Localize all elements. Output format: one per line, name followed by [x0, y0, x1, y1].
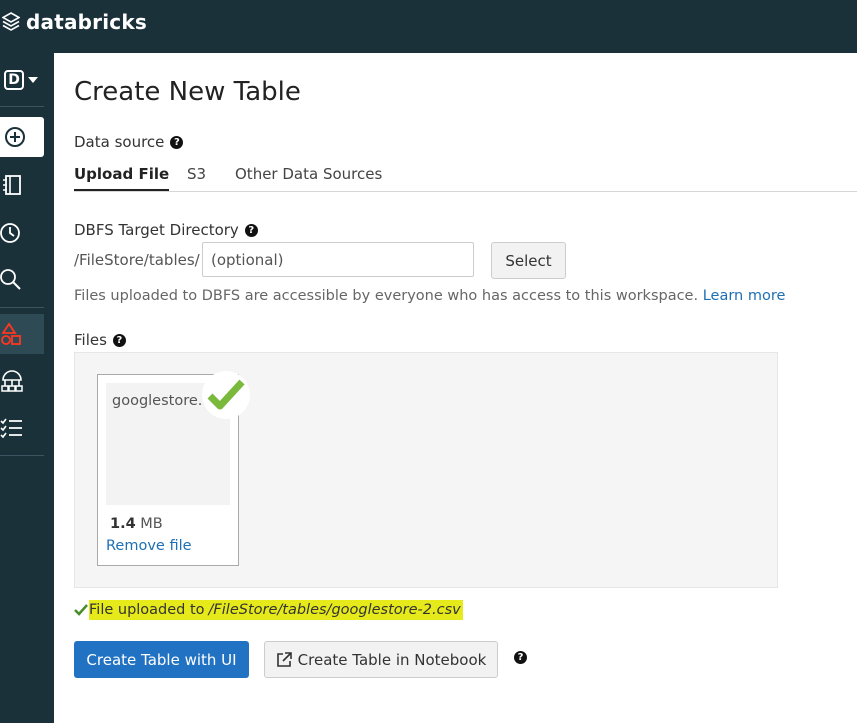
file-size-unit: MB — [140, 516, 163, 532]
checkmark-icon — [207, 379, 245, 410]
create-table-notebook-button[interactable]: Create Table in Notebook — [264, 641, 498, 678]
learn-more-link[interactable]: Learn more — [703, 288, 786, 304]
help-icon[interactable]: ? — [514, 651, 527, 664]
tab-upload-file[interactable]: Upload File — [74, 165, 170, 191]
sidebar-divider — [0, 106, 44, 107]
file-preview-card: googlestore.csv 1.4 MB Remove file — [97, 371, 250, 566]
dbfs-target-directory-label: DBFS Target Directory — [74, 221, 239, 239]
file-dropzone[interactable]: googlestore.csv 1.4 MB Remove file — [74, 352, 778, 588]
databricks-logo[interactable]: databricks — [2, 10, 147, 34]
search-icon — [0, 269, 21, 290]
data-source-label: Data source — [74, 133, 165, 151]
path-prefix: /FileStore/tables/ — [74, 251, 200, 269]
file-size: 1.4 MB — [110, 516, 163, 532]
plus-circle-icon — [5, 127, 25, 147]
status-path: /FileStore/tables/googlestore-2.csv — [208, 602, 461, 618]
sidebar-item-workspace[interactable] — [0, 165, 44, 205]
status-prefix: File uploaded to — [89, 602, 205, 618]
check-icon — [74, 604, 88, 616]
dbfs-label-row: DBFS Target Directory ? — [74, 221, 258, 239]
files-label: Files — [74, 331, 107, 349]
help-icon[interactable]: ? — [170, 135, 184, 149]
upload-status: File uploaded to /FileStore/tables/googl… — [74, 598, 463, 622]
workspace-switcher[interactable]: D — [0, 60, 44, 100]
remove-file-link[interactable]: Remove file — [106, 538, 192, 554]
sidebar-divider — [0, 307, 44, 308]
top-bar: databricks — [0, 0, 857, 53]
access-note: Files uploaded to DBFS are accessible by… — [74, 288, 785, 304]
select-button[interactable]: Select — [491, 242, 566, 279]
help-icon[interactable]: ? — [244, 223, 258, 237]
access-note-text: Files uploaded to DBFS are accessible by… — [74, 288, 699, 304]
sidebar-divider — [0, 455, 44, 456]
sidebar-item-search[interactable] — [0, 260, 44, 300]
sidebar-item-recents[interactable] — [0, 213, 44, 253]
sidebar-item-data[interactable] — [0, 314, 44, 354]
data-shapes-icon — [1, 322, 21, 345]
clock-icon — [0, 223, 20, 243]
help-icon[interactable]: ? — [112, 333, 126, 347]
tab-other-data-sources[interactable]: Other Data Sources — [235, 165, 382, 189]
files-label-row: Files ? — [74, 331, 126, 349]
tab-s3[interactable]: S3 — [187, 165, 206, 189]
create-table-ui-button[interactable]: Create Table with UI — [74, 641, 249, 678]
sidebar-item-clusters[interactable] — [0, 362, 44, 402]
caret-down-icon — [28, 77, 38, 83]
sidebar-item-create[interactable] — [0, 117, 44, 157]
create-table-notebook-label: Create Table in Notebook — [297, 650, 487, 669]
databricks-logo-icon — [2, 12, 20, 31]
sidebar: D — [0, 53, 54, 723]
file-size-value: 1.4 — [110, 516, 136, 532]
cluster-icon — [1, 370, 23, 392]
logo-text: databricks — [26, 10, 147, 34]
notebook-icon — [3, 175, 21, 195]
jobs-checklist-icon — [0, 418, 22, 439]
target-directory-input[interactable] — [202, 242, 474, 277]
sidebar-item-jobs[interactable] — [0, 408, 44, 448]
data-source-label-row: Data source ? — [74, 133, 184, 151]
main-content: Create New Table Data source ? Upload Fi… — [54, 53, 857, 723]
upload-success-badge — [202, 371, 250, 419]
upload-status-highlight: File uploaded to /FileStore/tables/googl… — [89, 600, 463, 620]
page-title: Create New Table — [74, 77, 301, 107]
workspace-avatar: D — [4, 70, 24, 90]
data-source-tabs: Upload File S3 Other Data Sources — [74, 161, 857, 192]
external-link-icon — [276, 651, 292, 667]
